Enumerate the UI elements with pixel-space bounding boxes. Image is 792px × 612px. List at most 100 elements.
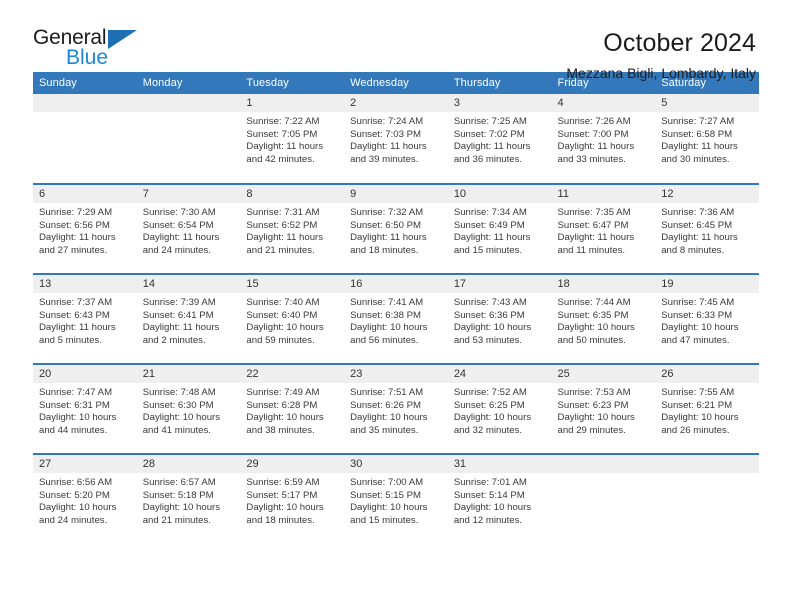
daylight-text: Daylight: 10 hours and 15 minutes.	[350, 502, 428, 526]
day-cell[interactable]: 17 Sunrise: 7:43 AM Sunset: 6:36 PM Dayligh…	[447, 273, 552, 364]
day-cell[interactable]: 16 Sunrise: 7:41 AM Sunset: 6:38 PM Dayligh…	[344, 273, 448, 364]
day-cell[interactable]: 15 Sunrise: 7:40 AM Sunset: 6:40 PM Dayligh…	[240, 273, 345, 364]
calendar-page: General Blue October 2024 Mezzana Bigli,…	[0, 0, 792, 612]
day-cell[interactable]: 22 Sunrise: 7:49 AM Sunset: 6:28 PM Dayligh…	[240, 363, 345, 454]
daylight-text: Daylight: 10 hours and 21 minutes.	[142, 502, 221, 526]
day-cell[interactable]: 9 Sunrise: 7:32 AM Sunset: 6:50 PM Daylight…	[344, 183, 448, 274]
brand-name-blue: Blue	[66, 46, 109, 69]
sunrise-text: Sunrise: 7:35 AM	[557, 207, 631, 218]
daylight-text: Daylight: 10 hours and 26 minutes.	[661, 412, 739, 436]
daylight-text: Daylight: 10 hours and 50 minutes.	[557, 322, 635, 346]
day-number: 9	[344, 185, 448, 203]
sunset-text: Sunset: 6:47 PM	[557, 219, 629, 231]
day-cell[interactable]: 24 Sunrise: 7:52 AM Sunset: 6:25 PM Dayligh…	[447, 363, 552, 454]
day-cell[interactable]: 6 Sunrise: 7:29 AM Sunset: 6:56 PM Daylight…	[33, 183, 137, 274]
sunset-text: Sunset: 6:43 PM	[39, 309, 110, 321]
sunset-text: Sunset: 6:21 PM	[661, 399, 733, 411]
day-cell[interactable]: 23 Sunrise: 7:51 AM Sunset: 6:26 PM Dayligh…	[344, 363, 448, 454]
day-number: 27	[33, 455, 137, 473]
day-cell[interactable]: 19 Sunrise: 7:45 AM Sunset: 6:33 PM Dayligh…	[655, 273, 759, 364]
day-cell[interactable]: 8 Sunrise: 7:31 AM Sunset: 6:52 PM Daylight…	[240, 183, 345, 274]
page-header: General Blue October 2024 Mezzana Bigli,…	[0, 0, 792, 81]
day-number: 6	[33, 185, 137, 203]
day-number: 30	[344, 455, 448, 473]
day-cell[interactable]: 1 Sunrise: 7:22 AM Sunset: 7:05 PM Daylight…	[240, 94, 345, 184]
day-cell[interactable]: 13 Sunrise: 7:37 AM Sunset: 6:43 PM Dayligh…	[33, 273, 137, 364]
day-number: 17	[447, 275, 552, 293]
day-cell[interactable]	[655, 453, 759, 544]
sunset-text: Sunset: 6:30 PM	[142, 399, 214, 411]
day-cell[interactable]	[33, 94, 137, 184]
day-number: 16	[344, 275, 448, 293]
daylight-text: Daylight: 11 hours and 30 minutes.	[661, 141, 738, 165]
calendar-table: Sunday Monday Tuesday Wednesday Thursday…	[33, 72, 759, 544]
brand-logo[interactable]: General Blue	[33, 27, 141, 73]
day-cell[interactable]: 5 Sunrise: 7:27 AM Sunset: 6:58 PM Daylight…	[655, 94, 759, 184]
day-cell[interactable]: 7 Sunrise: 7:30 AM Sunset: 6:54 PM Daylight…	[136, 183, 241, 274]
day-cell[interactable]: 3 Sunrise: 7:25 AM Sunset: 7:02 PM Daylight…	[447, 94, 552, 184]
daylight-text: Daylight: 10 hours and 56 minutes.	[350, 322, 428, 346]
day-number: 19	[655, 275, 759, 293]
daylight-text: Daylight: 11 hours and 18 minutes.	[350, 232, 427, 256]
daylight-text: Daylight: 10 hours and 24 minutes.	[39, 502, 117, 526]
daylight-text: Daylight: 10 hours and 29 minutes.	[557, 412, 635, 436]
sunset-text: Sunset: 6:58 PM	[661, 128, 733, 140]
weekday-header-wednesday: Wednesday	[344, 72, 448, 94]
calendar-grid-wrapper: Sunday Monday Tuesday Wednesday Thursday…	[33, 72, 759, 544]
sunrise-text: Sunrise: 7:52 AM	[453, 387, 527, 398]
sunrise-text: Sunrise: 7:53 AM	[557, 387, 631, 398]
day-cell[interactable]: 20 Sunrise: 7:47 AM Sunset: 6:31 PM Dayligh…	[33, 363, 137, 454]
day-cell[interactable]: 25 Sunrise: 7:53 AM Sunset: 6:23 PM Dayligh…	[551, 363, 656, 454]
day-number	[136, 94, 241, 112]
day-cell[interactable]: 21 Sunrise: 7:48 AM Sunset: 6:30 PM Dayligh…	[136, 363, 241, 454]
day-cell[interactable]: 30 Sunrise: 7:00 AM Sunset: 5:15 PM Dayligh…	[344, 453, 448, 544]
sunrise-text: Sunrise: 7:31 AM	[246, 207, 320, 218]
day-number: 24	[447, 365, 552, 383]
day-number	[655, 455, 759, 473]
day-number: 26	[655, 365, 759, 383]
sunset-text: Sunset: 6:40 PM	[246, 309, 318, 321]
day-cell[interactable]: 26 Sunrise: 7:55 AM Sunset: 6:21 PM Dayligh…	[655, 363, 759, 454]
sunset-text: Sunset: 5:14 PM	[453, 489, 525, 501]
brand-name-general: General	[33, 26, 107, 49]
sunset-text: Sunset: 5:20 PM	[39, 489, 110, 501]
day-cell[interactable]: 14 Sunrise: 7:39 AM Sunset: 6:41 PM Dayligh…	[136, 273, 241, 364]
day-cell[interactable]: 28 Sunrise: 6:57 AM Sunset: 5:18 PM Dayligh…	[136, 453, 241, 544]
daylight-text: Daylight: 10 hours and 38 minutes.	[246, 412, 324, 436]
day-cell[interactable]	[551, 453, 656, 544]
sunset-text: Sunset: 6:25 PM	[453, 399, 525, 411]
weekday-header-tuesday: Tuesday	[240, 72, 345, 94]
sunrise-text: Sunrise: 7:01 AM	[453, 477, 527, 488]
sunset-text: Sunset: 6:36 PM	[453, 309, 525, 321]
day-cell[interactable]: 18 Sunrise: 7:44 AM Sunset: 6:35 PM Dayligh…	[551, 273, 656, 364]
day-cell[interactable]: 29 Sunrise: 6:59 AM Sunset: 5:17 PM Dayligh…	[240, 453, 345, 544]
day-number: 31	[447, 455, 552, 473]
day-cell[interactable]: 10 Sunrise: 7:34 AM Sunset: 6:49 PM Dayligh…	[447, 183, 552, 274]
daylight-text: Daylight: 10 hours and 32 minutes.	[453, 412, 532, 436]
daylight-text: Daylight: 10 hours and 12 minutes.	[453, 502, 532, 526]
day-number: 11	[551, 185, 656, 203]
day-cell[interactable]: 4 Sunrise: 7:26 AM Sunset: 7:00 PM Daylight…	[551, 94, 656, 184]
daylight-text: Daylight: 10 hours and 47 minutes.	[661, 322, 739, 346]
sunrise-text: Sunrise: 7:36 AM	[661, 207, 735, 218]
day-cell[interactable]: 12 Sunrise: 7:36 AM Sunset: 6:45 PM Dayligh…	[655, 183, 759, 274]
day-cell[interactable]	[136, 94, 241, 184]
day-cell[interactable]: 2 Sunrise: 7:24 AM Sunset: 7:03 PM Daylight…	[344, 94, 448, 184]
triangle-icon	[108, 30, 137, 49]
sunset-text: Sunset: 6:54 PM	[142, 219, 214, 231]
sunrise-text: Sunrise: 7:47 AM	[39, 387, 113, 398]
day-cell[interactable]: 11 Sunrise: 7:35 AM Sunset: 6:47 PM Dayligh…	[551, 183, 656, 274]
day-cell[interactable]: 27 Sunrise: 6:56 AM Sunset: 5:20 PM Dayligh…	[33, 453, 137, 544]
calendar-week-row: 13 Sunrise: 7:37 AM Sunset: 6:43 PM Dayligh…	[33, 273, 759, 364]
day-number: 20	[33, 365, 137, 383]
daylight-text: Daylight: 10 hours and 44 minutes.	[39, 412, 117, 436]
daylight-text: Daylight: 11 hours and 8 minutes.	[661, 232, 738, 256]
sunset-text: Sunset: 6:31 PM	[39, 399, 110, 411]
daylight-text: Daylight: 11 hours and 42 minutes.	[246, 141, 324, 165]
day-number: 29	[240, 455, 345, 473]
sunset-text: Sunset: 6:23 PM	[557, 399, 629, 411]
sunrise-text: Sunrise: 7:00 AM	[350, 477, 424, 488]
day-number: 1	[240, 94, 345, 112]
sunrise-text: Sunrise: 7:30 AM	[142, 207, 216, 218]
day-cell[interactable]: 31 Sunrise: 7:01 AM Sunset: 5:14 PM Dayligh…	[447, 453, 552, 544]
